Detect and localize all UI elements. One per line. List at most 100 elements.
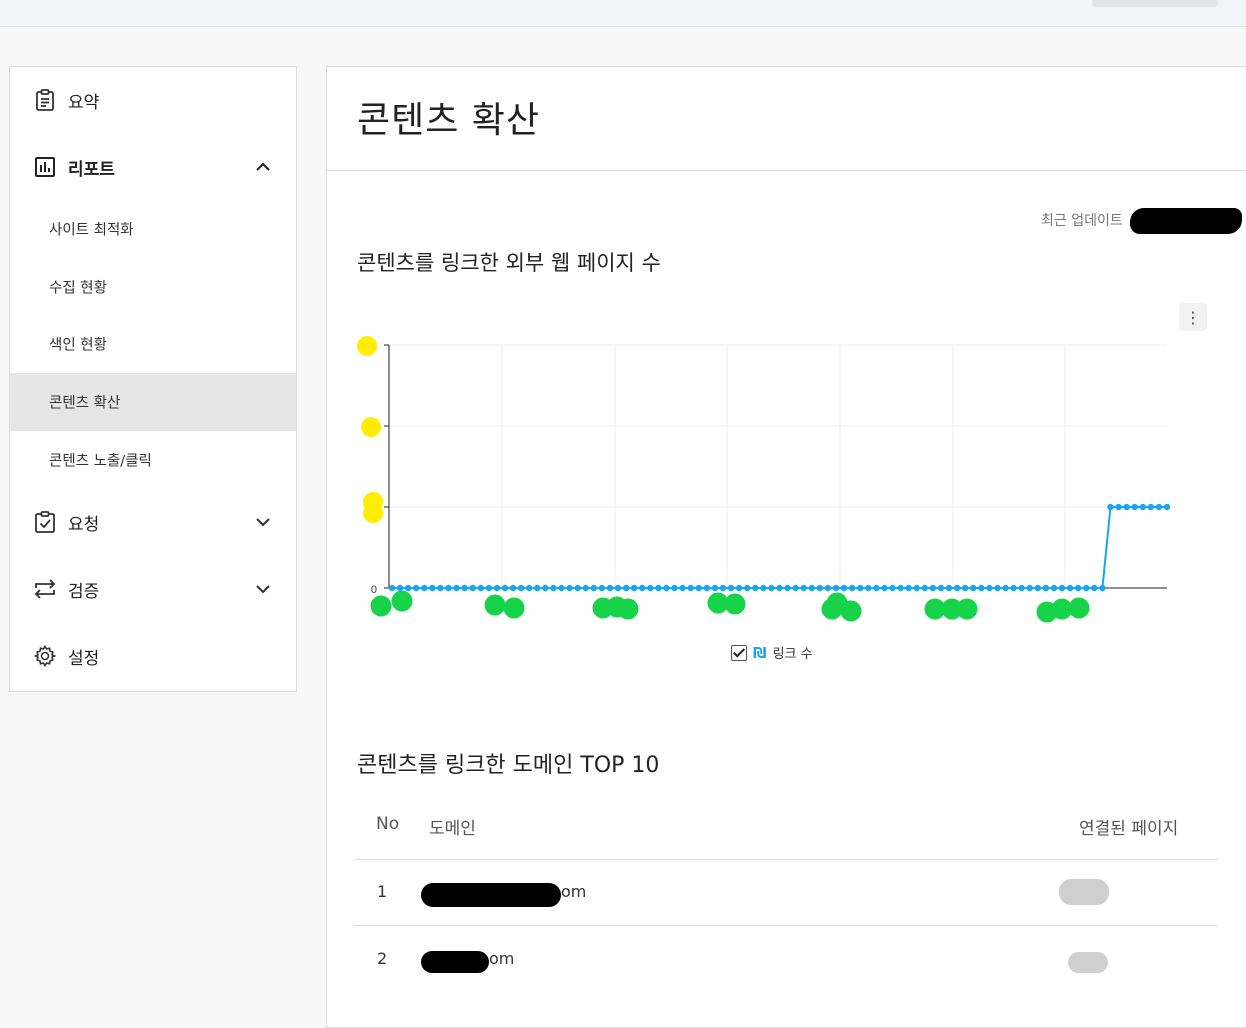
- sidebar-item-verify[interactable]: 검증: [10, 560, 296, 618]
- legend-label: 링크 수: [772, 647, 813, 662]
- data-point: [986, 584, 993, 592]
- sidebar: 요약 리포트 사이트 최적화 수집 현황 색인 현황 콘텐츠 확산 콘텐츠 노출…: [9, 66, 297, 692]
- data-point: [824, 584, 832, 592]
- data-point: [1147, 503, 1155, 511]
- data-point: [485, 584, 493, 592]
- data-point: [421, 584, 428, 592]
- sidebar-subitem-site-optimization[interactable]: 사이트 최적화: [10, 200, 296, 258]
- top-bar: [0, 0, 1246, 27]
- data-point: [800, 584, 807, 592]
- chart-legend[interactable]: ₪ 링크 수: [731, 643, 813, 662]
- data-point: [832, 584, 840, 592]
- domain-suffix[interactable]: om: [561, 882, 586, 901]
- sidebar-subitem-content-exposure[interactable]: 콘텐츠 노출/클릭: [10, 431, 296, 489]
- data-point: [396, 584, 404, 592]
- sidebar-subitem-crawl-status[interactable]: 수집 현황: [10, 258, 296, 316]
- data-point: [566, 584, 573, 592]
- data-point: [695, 584, 702, 592]
- data-point: [606, 584, 614, 592]
- row-number: 1: [377, 882, 388, 901]
- annotations: [357, 336, 1090, 623]
- data-point: [582, 584, 589, 592]
- sidebar-item-summary[interactable]: 요약: [10, 71, 296, 129]
- data-point: [509, 584, 517, 592]
- data-point: [477, 584, 485, 592]
- data-point: [404, 584, 412, 592]
- clipboard-icon: [36, 89, 54, 111]
- data-point: [647, 584, 654, 592]
- data-point: [937, 584, 945, 592]
- table-header-divider: [355, 859, 1218, 860]
- data-point: [744, 584, 751, 592]
- data-point: [526, 584, 533, 592]
- clipboard-check-icon: [35, 511, 55, 533]
- data-point: [469, 584, 476, 592]
- data-point: [1002, 584, 1009, 592]
- domain-suffix[interactable]: om: [489, 949, 514, 968]
- data-point: [970, 584, 977, 592]
- data-point: [1131, 503, 1138, 511]
- data-point: [945, 584, 953, 592]
- data-point: [1091, 584, 1098, 592]
- data-point: [598, 584, 606, 592]
- data-point: [1099, 584, 1106, 592]
- data-point: [558, 584, 565, 592]
- green-marker: [956, 598, 978, 620]
- sidebar-subitem-content-spread[interactable]: 콘텐츠 확산: [10, 373, 296, 431]
- data-point: [671, 584, 678, 592]
- page-title: 콘텐츠 확산: [357, 100, 541, 141]
- green-marker: [840, 600, 862, 622]
- sidebar-item-label: 설정: [68, 648, 100, 669]
- sidebar-item-label: 요청: [68, 514, 100, 535]
- data-point: [1026, 584, 1033, 592]
- sidebar-subitem-index-status[interactable]: 색인 현황: [10, 315, 296, 373]
- data-point: [905, 584, 912, 592]
- data-point: [574, 584, 581, 592]
- data-point: [461, 584, 468, 592]
- data-point: [590, 584, 598, 592]
- data-point: [1083, 584, 1090, 592]
- green-marker: [503, 597, 525, 619]
- top-bar-button[interactable]: [1092, 0, 1218, 7]
- chevron-down-icon: [256, 518, 270, 527]
- data-point: [534, 584, 541, 592]
- data-point: [1139, 503, 1146, 511]
- data-point: [493, 584, 501, 592]
- col-header-no: No: [376, 814, 400, 834]
- data-point: [889, 584, 896, 592]
- data-point: [816, 584, 824, 592]
- redacted-domain: [421, 951, 489, 973]
- data-point: [897, 584, 904, 592]
- data-point: [1123, 503, 1130, 511]
- data-point: [784, 584, 791, 592]
- chevron-up-icon: [256, 162, 270, 171]
- green-marker: [391, 590, 413, 612]
- data-point: [719, 584, 727, 592]
- y-tick-label: 0: [371, 584, 377, 596]
- data-point: [501, 584, 509, 592]
- green-marker: [1068, 597, 1090, 619]
- sidebar-item-report[interactable]: 리포트: [10, 138, 296, 196]
- green-marker: [484, 594, 506, 616]
- sidebar-item-settings[interactable]: 설정: [10, 627, 296, 685]
- data-point: [953, 584, 961, 592]
- data-point: [663, 584, 670, 592]
- data-point: [622, 584, 630, 592]
- data-point: [639, 584, 646, 592]
- redacted-update-date: [1130, 208, 1242, 234]
- sidebar-item-label: 검증: [68, 581, 100, 602]
- data-point: [1042, 584, 1050, 592]
- main-content: 콘텐츠 확산 최근 업데이트 콘텐츠를 링크한 외부 웹 페이지 수 ⋮ 0 ₪…: [326, 66, 1246, 1028]
- data-point: [437, 584, 444, 592]
- series-line: [392, 506, 1167, 589]
- legend-checkbox[interactable]: [731, 644, 747, 661]
- data-point: [735, 584, 743, 592]
- data-point: [445, 584, 452, 592]
- data-point: [711, 584, 719, 592]
- data-point: [429, 584, 436, 592]
- sidebar-subitem-label: 색인 현황: [49, 337, 107, 354]
- green-marker: [370, 595, 392, 617]
- data-point: [865, 584, 872, 592]
- chart-grid: [384, 344, 1167, 589]
- sidebar-item-request[interactable]: 요청: [10, 493, 296, 551]
